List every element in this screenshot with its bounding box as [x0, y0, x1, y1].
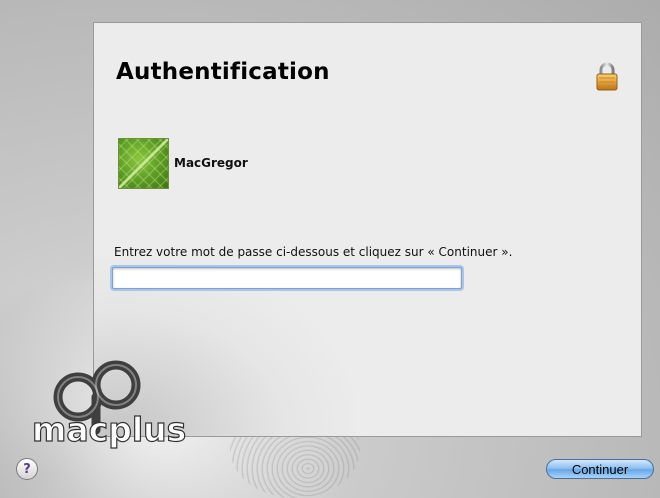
lock-icon: [596, 62, 618, 91]
help-button[interactable]: ?: [16, 458, 38, 480]
user-picture: [118, 138, 169, 189]
user-name: MacGregor: [174, 156, 248, 170]
macplus-logo: macplus: [31, 360, 187, 450]
page-title: Authentification: [116, 59, 330, 85]
continue-button[interactable]: Continuer: [546, 459, 654, 479]
password-prompt: Entrez votre mot de passe ci-dessous et …: [114, 245, 513, 259]
logo-text: macplus: [32, 410, 186, 449]
password-input[interactable]: [112, 267, 462, 289]
help-icon: ?: [23, 461, 31, 477]
